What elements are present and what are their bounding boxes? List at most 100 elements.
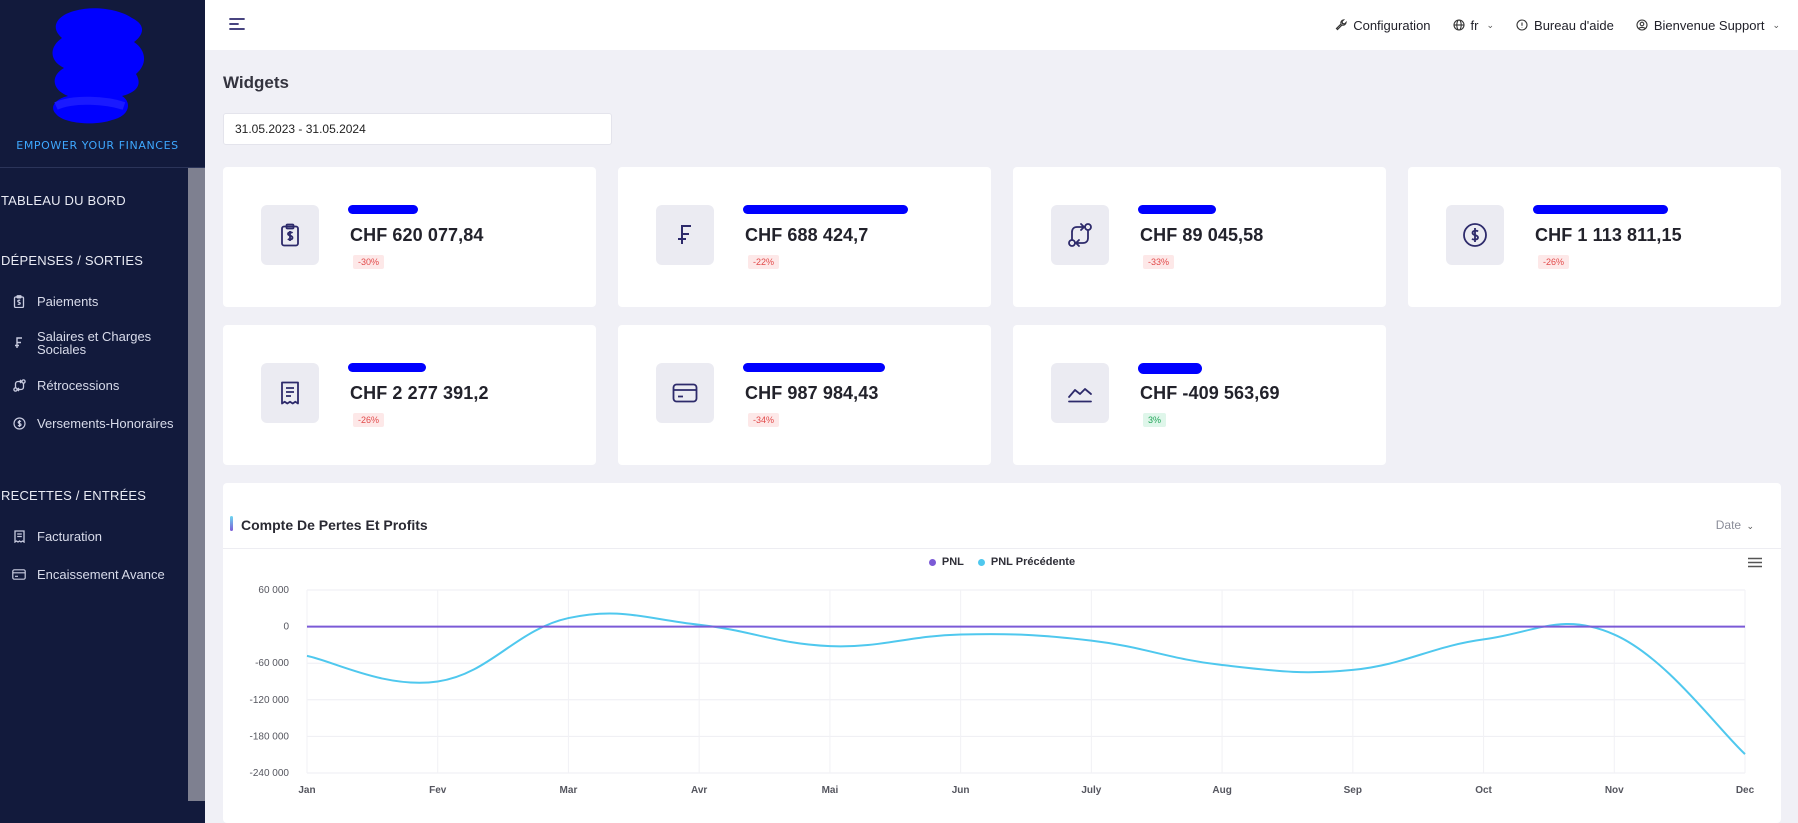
transfer-icon — [1051, 205, 1109, 265]
clipboard-dollar-icon — [12, 294, 26, 308]
stat-card[interactable]: CHF 688 424,7 -22% — [618, 167, 991, 307]
section-revenues: RECETTES / ENTRÉES — [1, 488, 147, 503]
x-tick-label: Jan — [298, 785, 315, 796]
card-value: CHF 2 277 391,2 — [350, 383, 489, 403]
wrench-icon — [1335, 19, 1347, 31]
info-icon — [1516, 19, 1528, 31]
redacted-label — [743, 205, 908, 214]
redacted-label — [1138, 205, 1216, 214]
date-range-input[interactable]: 31.05.2023 - 31.05.2024 — [223, 113, 612, 145]
stat-card[interactable]: CHF 620 077,84 -30% — [223, 167, 596, 307]
help-label: Bureau d'aide — [1534, 17, 1614, 33]
topbar: Configuration fr ⌄ Bureau d'aide Bienven… — [205, 0, 1798, 50]
y-tick-label: -180 000 — [250, 731, 290, 742]
configuration-label: Configuration — [1353, 17, 1431, 33]
sidebar-item-facturation[interactable]: Facturation — [12, 529, 102, 543]
user-menu[interactable]: Bienvenue Support ⌄ — [1636, 18, 1780, 33]
globe-icon — [1452, 19, 1465, 31]
top-links: Configuration fr ⌄ Bureau d'aide Bienven… — [1335, 0, 1780, 50]
change-badge: -30% — [353, 255, 385, 269]
series-line-pnl-precedente — [306, 612, 1746, 755]
change-badge: -22% — [748, 255, 780, 269]
logo — [52, 8, 145, 124]
x-tick-label: Fev — [429, 785, 447, 796]
sidebar-item-salaires[interactable]: Salaires et Charges Sociales — [12, 330, 152, 356]
stat-card[interactable]: CHF 89 045,58 -33% — [1013, 167, 1386, 307]
language-label: fr — [1470, 17, 1479, 33]
x-tick-label: Nov — [1605, 785, 1624, 796]
x-tick-label: Dec — [1736, 785, 1755, 796]
x-tick-label: Sep — [1344, 785, 1362, 796]
redacted-label — [348, 205, 418, 214]
pnl-chart-panel: Compte De Pertes Et Profits Date ⌄ PNL P… — [223, 483, 1781, 823]
franc-icon — [656, 205, 714, 265]
card-value: CHF 1 113 811,15 — [1535, 225, 1682, 245]
receipt-icon — [12, 529, 26, 543]
redacted-label — [348, 363, 426, 372]
sidebar-item-label: Salaires et Charges Sociales — [37, 329, 152, 357]
sidebar-item-label: Rétrocessions — [37, 377, 120, 393]
sidebar-scrollbar[interactable] — [188, 168, 205, 801]
sidebar-item-paiements[interactable]: Paiements — [12, 294, 98, 308]
x-tick-label: Avr — [691, 785, 707, 796]
change-badge: -34% — [748, 413, 780, 427]
line-chart-icon — [1051, 363, 1109, 423]
section-dashboard[interactable]: TABLEAU DU BORD — [1, 193, 126, 208]
y-tick-label: -120 000 — [250, 695, 290, 706]
sidebar: EMPOWER YOUR FINANCES TABLEAU DU BORD DÉ… — [0, 0, 205, 823]
configuration-link[interactable]: Configuration — [1335, 17, 1431, 33]
pnl-line-chart: 60 000 0 -60 000 -120 000 -180 000 -240 000 Ja… — [250, 585, 1755, 796]
receipt-icon — [261, 363, 319, 423]
change-badge: -26% — [353, 413, 385, 427]
scrollbar-track — [188, 801, 205, 823]
stat-card[interactable]: CHF 2 277 391,2 -26% — [223, 325, 596, 465]
sidebar-item-encaissement[interactable]: Encaissement Avance — [12, 567, 165, 581]
menu-toggle-icon[interactable] — [228, 16, 246, 32]
card-value: CHF 688 424,7 — [745, 225, 869, 245]
y-tick-label: -60 000 — [255, 658, 289, 669]
coin-dollar-icon — [1446, 205, 1504, 265]
redacted-label — [1533, 205, 1668, 214]
change-badge: -33% — [1143, 255, 1175, 269]
sidebar-item-versements[interactable]: Versements-Honoraires — [12, 416, 174, 430]
y-tick-label: 0 — [283, 622, 289, 633]
stat-card[interactable]: CHF -409 563,69 3% — [1013, 325, 1386, 465]
stat-card[interactable]: CHF 987 984,43 -34% — [618, 325, 991, 465]
x-tick-label: July — [1081, 785, 1101, 796]
x-tick-label: Mar — [560, 785, 578, 796]
x-tick-label: Oct — [1475, 785, 1492, 796]
page-title: Widgets — [223, 73, 289, 92]
chevron-down-icon: ⌄ — [1486, 19, 1495, 30]
sidebar-item-label: Versements-Honoraires — [37, 415, 174, 431]
redacted-label — [1138, 363, 1202, 374]
logo-area: EMPOWER YOUR FINANCES — [0, 0, 205, 168]
y-tick-label: -240 000 — [250, 768, 290, 779]
card-value: CHF -409 563,69 — [1140, 383, 1280, 403]
sidebar-item-label: Paiements — [37, 293, 99, 309]
credit-card-icon — [656, 363, 714, 423]
card-value: CHF 620 077,84 — [350, 225, 484, 245]
y-tick-label: 60 000 — [258, 585, 289, 596]
sidebar-item-label: Facturation — [37, 528, 103, 544]
section-expenses: DÉPENSES / SORTIES — [1, 253, 144, 268]
x-tick-label: Mai — [822, 785, 839, 796]
franc-icon — [12, 336, 26, 350]
clipboard-dollar-icon — [261, 205, 319, 265]
card-value: CHF 89 045,58 — [1140, 225, 1264, 245]
change-badge: 3% — [1143, 413, 1167, 427]
credit-card-icon — [12, 567, 26, 581]
chevron-down-icon: ⌄ — [1772, 19, 1780, 30]
coin-dollar-icon — [12, 416, 26, 430]
user-label: Bienvenue Support — [1653, 17, 1765, 33]
help-link[interactable]: Bureau d'aide — [1516, 18, 1614, 33]
redacted-label — [743, 363, 885, 372]
transfer-icon — [12, 378, 26, 392]
sidebar-item-retrocessions[interactable]: Rétrocessions — [12, 378, 119, 392]
x-tick-label: Jun — [952, 785, 970, 796]
language-selector[interactable]: fr ⌄ — [1452, 17, 1495, 33]
stat-card[interactable]: CHF 1 113 811,15 -26% — [1408, 167, 1781, 307]
sidebar-item-label: Encaissement Avance — [37, 566, 165, 582]
change-badge: -26% — [1538, 255, 1570, 269]
card-value: CHF 987 984,43 — [745, 383, 879, 403]
user-circle-icon — [1636, 19, 1648, 31]
